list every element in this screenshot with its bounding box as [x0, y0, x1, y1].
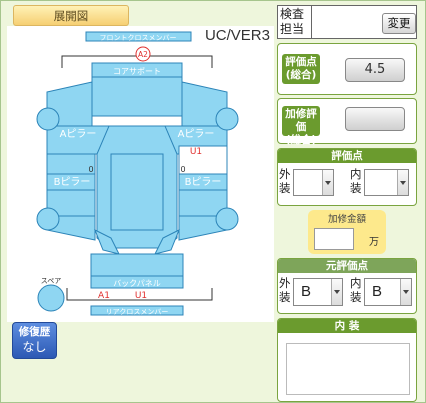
wheel-rear-right[interactable] [215, 207, 239, 231]
original-interior-label-1: 内 [350, 276, 362, 290]
label-zero-left: 0 [88, 165, 93, 174]
repair-amount-unit: 万 [369, 237, 379, 248]
marker-a2: A2 [138, 50, 148, 59]
repair-score-label-line2: (総合) [285, 134, 317, 146]
repair-amount-box: 加修金額 万 [308, 210, 386, 254]
car-diagram-svg: フロントクロスメンバー コアサポート Aピラー Aピラー Bピラー Bピラー バ… [36, 31, 239, 316]
marker-u1-roof: U1 [190, 147, 202, 157]
original-interior-label-2: 装 [350, 290, 362, 304]
rating-interior-label: 内 装 [350, 167, 362, 195]
rating-interior-select[interactable] [364, 169, 409, 196]
original-rating-title: 元評価点 [278, 259, 416, 273]
diagram-tab[interactable]: 展開図 [13, 5, 129, 26]
label-front-cross-member: フロントクロスメンバー [100, 34, 177, 42]
repair-history-line2: なし [22, 340, 47, 354]
hood[interactable] [91, 76, 183, 117]
original-exterior-select[interactable]: B [293, 278, 343, 306]
car-diagram: UC/VER3 フロントクロスメンバー コアサポート Aピラー Aピラー Bピラ… [7, 26, 274, 322]
chevron-down-icon [400, 279, 411, 305]
repair-history-button[interactable]: 修復歴 なし [12, 322, 57, 359]
interior-title: 内 装 [278, 319, 416, 333]
overall-score-button[interactable]: 4.5 [345, 58, 405, 82]
rating-title: 評価点 [278, 149, 416, 163]
label-a-pillar-right: Aピラー [178, 128, 215, 140]
rating-exterior-label-1: 外 [279, 167, 291, 181]
repair-amount-input[interactable] [314, 228, 354, 250]
overall-score-label: 評価点 (総合) [282, 54, 320, 84]
marker-a1: A1 [98, 291, 110, 301]
repair-amount-caption: 加修金額 [327, 214, 366, 225]
inspector-row: 検査 担当 変更 [277, 5, 417, 39]
wheel-front-left[interactable] [36, 107, 60, 131]
rating-exterior-label: 外 装 [279, 167, 291, 195]
change-inspector-button[interactable]: 変更 [382, 13, 416, 34]
repair-score-button[interactable] [345, 107, 405, 131]
wheel-front-right[interactable] [215, 107, 239, 131]
original-exterior-label-1: 外 [279, 276, 291, 290]
repair-history-line1: 修復歴 [18, 326, 51, 338]
label-a-pillar-left: Aピラー [60, 128, 97, 140]
wheel-rear-left[interactable] [36, 207, 60, 231]
chevron-down-icon [322, 170, 333, 195]
label-back-panel: バックパネル [113, 279, 161, 288]
rating-box: 評価点 外 装 内 装 [277, 148, 417, 206]
overall-score-box: 評価点 (総合) 4.5 [277, 43, 417, 95]
rating-exterior-select[interactable] [293, 169, 334, 196]
marker-u1-rear: U1 [135, 291, 147, 301]
repair-score-label: 加修評価 (総合) [282, 106, 320, 146]
label-zero-right: 0 [180, 165, 185, 174]
interior-box: 内 装 [277, 318, 417, 402]
repair-score-box: 加修評価 (総合) [277, 98, 417, 146]
repair-score-label-line1: 加修評価 [285, 108, 317, 133]
inspector-label-line1: 検査 [280, 7, 305, 21]
spare-tire[interactable] [37, 284, 65, 312]
version-label: UC/VER3 [204, 27, 270, 44]
overall-score-label-line2: (総合) [285, 69, 317, 81]
label-spare: スペア [41, 277, 62, 285]
label-core-support: コアサポート [113, 67, 161, 76]
inspector-label-box: 検査 担当 [278, 6, 312, 38]
overall-score-label-line1: 評価点 [285, 56, 317, 68]
rating-interior-label-1: 内 [350, 167, 362, 181]
label-b-pillar-right: Bピラー [185, 176, 222, 188]
original-exterior-value: B [301, 283, 312, 300]
inspector-label: 検査 担当 [280, 7, 310, 37]
door-cutout-right [178, 145, 228, 175]
rating-exterior-label-2: 装 [279, 181, 291, 195]
inspector-label-line2: 担当 [280, 22, 305, 36]
rating-interior-label-2: 装 [350, 181, 362, 195]
roof-panel[interactable] [110, 153, 164, 231]
original-rating-box: 元評価点 外 装 B 内 装 B [277, 258, 417, 314]
label-b-pillar-left: Bピラー [54, 176, 91, 188]
chevron-down-icon [397, 170, 408, 195]
original-interior-select[interactable]: B [364, 278, 412, 306]
original-exterior-label-2: 装 [279, 290, 291, 304]
original-interior-label: 内 装 [350, 276, 362, 304]
chevron-down-icon [331, 279, 342, 305]
interior-notes[interactable] [286, 343, 410, 395]
original-exterior-label: 外 装 [279, 276, 291, 304]
original-interior-value: B [372, 283, 383, 300]
label-rear-cross-member: リアクロスメンバー [106, 308, 169, 316]
trunk-lid[interactable] [90, 253, 184, 277]
